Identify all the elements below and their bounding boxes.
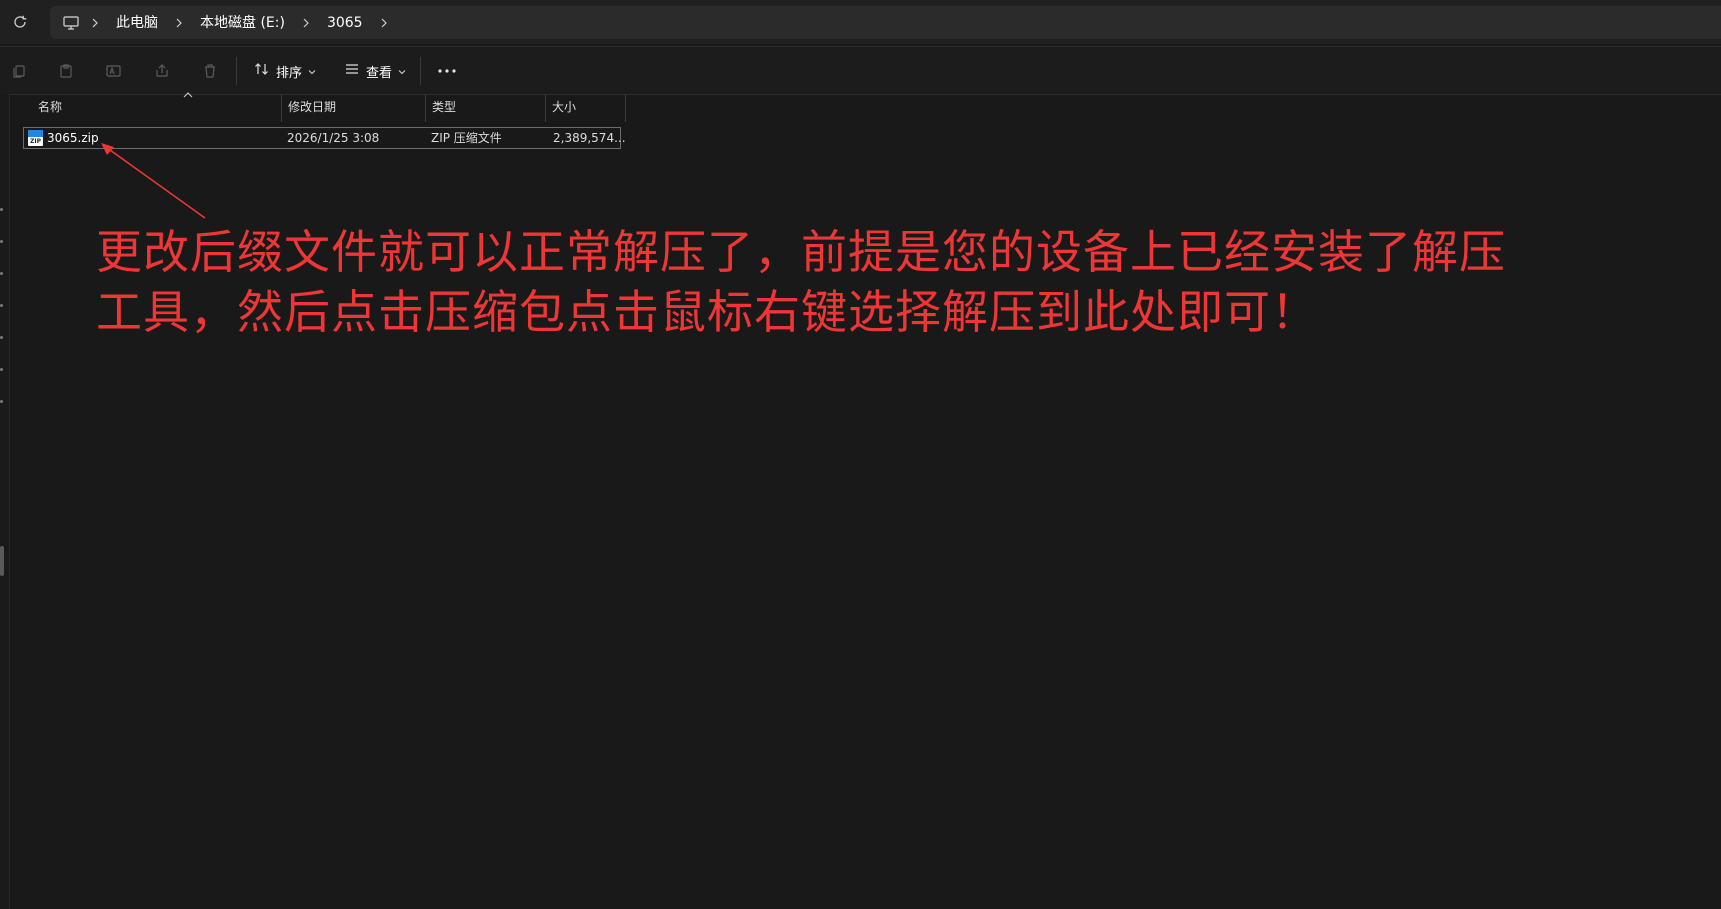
column-modified-label: 修改日期 [288, 100, 337, 114]
address-bar: 此电脑 本地磁盘 (E:) 3065 [0, 0, 1721, 44]
column-name-label: 名称 [38, 100, 63, 114]
chevron-right-icon[interactable] [82, 12, 108, 34]
copy-icon[interactable] [7, 59, 31, 83]
toolbar-divider [420, 57, 421, 85]
file-type: ZIP 压缩文件 [431, 131, 502, 145]
breadcrumb-this-pc[interactable]: 此电脑 [108, 10, 166, 36]
refresh-icon[interactable] [8, 10, 32, 34]
column-header: 名称 修改日期 类型 大小 [22, 92, 626, 122]
more-options-icon[interactable] [432, 56, 462, 86]
chevron-right-icon[interactable] [371, 12, 397, 34]
nav-expand-marker [0, 240, 3, 243]
share-icon[interactable] [150, 59, 174, 83]
nav-expand-marker [0, 208, 3, 211]
column-size-label: 大小 [552, 100, 577, 114]
file-size: 2,389,574... [553, 131, 626, 145]
file-explorer-window: 此电脑 本地磁盘 (E:) 3065 排序 查看 名称 修改日期 类型 大小 Z… [0, 0, 1721, 909]
sort-menu-button[interactable]: 排序 [250, 56, 320, 86]
zip-badge-text: ZIP [30, 138, 41, 145]
view-label: 查看 [366, 65, 393, 81]
view-list-icon [344, 61, 360, 81]
rename-icon[interactable] [102, 59, 126, 83]
annotation-note: 更改后缀文件就可以正常解压了，前提是您的设备上已经安装了解压 工具，然后点击压缩… [96, 222, 1636, 342]
breadcrumb-local-disk-e[interactable]: 本地磁盘 (E:) [192, 10, 293, 36]
column-header-modified[interactable]: 修改日期 [282, 94, 426, 122]
annotation-line-1: 更改后缀文件就可以正常解压了，前提是您的设备上已经安装了解压 [96, 225, 1506, 279]
nav-expand-marker [0, 272, 3, 275]
nav-expand-marker [0, 336, 3, 339]
nav-expand-marker [0, 400, 3, 403]
toolbar-divider [236, 57, 237, 85]
column-type-label: 类型 [432, 100, 457, 114]
view-menu-button[interactable]: 查看 [340, 56, 410, 86]
command-bar: 排序 查看 [0, 46, 1721, 95]
zip-file-icon: ZIP [28, 130, 43, 146]
scrollbar-thumb[interactable] [0, 546, 4, 576]
delete-icon[interactable] [198, 59, 222, 83]
column-header-name[interactable]: 名称 [32, 92, 282, 122]
chevron-down-icon [308, 64, 316, 79]
navigation-pane-edge [0, 94, 10, 909]
file-row-3065-zip[interactable]: ZIP 3065.zip 2026/1/25 3:08 ZIP 压缩文件 2,3… [23, 127, 626, 149]
paste-icon[interactable] [54, 59, 78, 83]
sort-icon [254, 61, 270, 81]
this-pc-icon[interactable] [60, 12, 82, 34]
chevron-right-icon[interactable] [293, 12, 319, 34]
chevron-down-icon [398, 64, 406, 79]
sort-label: 排序 [276, 65, 303, 81]
column-header-size[interactable]: 大小 [546, 94, 626, 122]
sort-ascending-icon [182, 90, 194, 100]
file-name: 3065.zip [47, 131, 99, 145]
nav-expand-marker [0, 368, 3, 371]
nav-expand-marker [0, 304, 3, 307]
chevron-right-icon[interactable] [166, 12, 192, 34]
annotation-line-2: 工具，然后点击压缩包点击鼠标右键选择解压到此处即可！ [96, 285, 1318, 339]
file-modified: 2026/1/25 3:08 [287, 131, 380, 145]
breadcrumb-folder-3065[interactable]: 3065 [319, 10, 371, 36]
breadcrumb[interactable]: 此电脑 本地磁盘 (E:) 3065 [50, 6, 1721, 39]
column-header-type[interactable]: 类型 [426, 94, 546, 122]
